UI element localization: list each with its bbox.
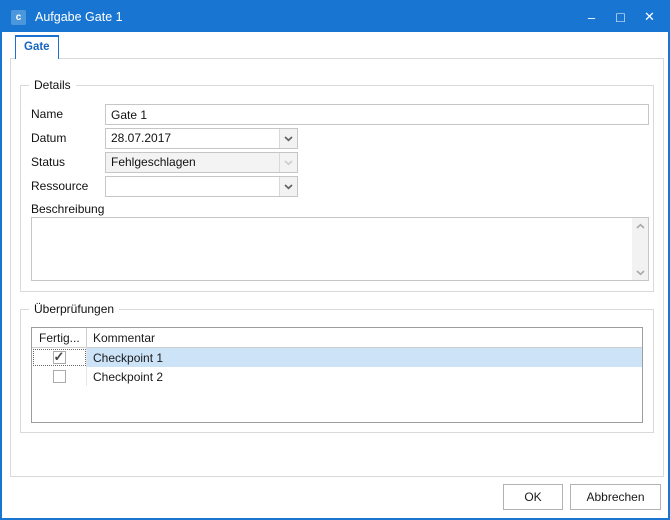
checkbox[interactable] — [53, 370, 66, 383]
checkpoints-table: Fertig... Kommentar Checkpoint 1 Checkpo… — [31, 327, 643, 423]
ressource-label: Ressource — [31, 179, 88, 193]
scroll-down-icon[interactable] — [632, 265, 648, 280]
window-controls: – □ ✕ — [577, 2, 664, 32]
ressource-value — [106, 177, 279, 196]
maximize-icon[interactable]: □ — [606, 2, 635, 32]
table-row[interactable]: Checkpoint 1 — [32, 348, 642, 367]
checkbox-cell[interactable] — [32, 348, 87, 367]
chevron-down-icon — [279, 153, 297, 172]
tab-gate[interactable]: Gate — [15, 35, 59, 59]
datum-value: 28.07.2017 — [106, 129, 279, 148]
scroll-up-icon[interactable] — [632, 218, 648, 233]
row-comment: Checkpoint 2 — [87, 367, 642, 386]
datum-combobox[interactable]: 28.07.2017 — [105, 128, 298, 149]
close-icon[interactable]: ✕ — [635, 2, 664, 32]
name-label: Name — [31, 107, 63, 121]
app-icon: c — [11, 10, 26, 25]
tab-strip: Gate — [15, 35, 59, 59]
beschreibung-textbox — [31, 217, 649, 281]
checkbox[interactable] — [53, 351, 66, 364]
details-legend: Details — [29, 78, 76, 92]
details-groupbox: Details Name Datum 28.07.2017 Status Feh… — [20, 85, 654, 292]
checks-legend: Überprüfungen — [29, 302, 119, 316]
column-header-fertig[interactable]: Fertig... — [32, 328, 87, 347]
status-label: Status — [31, 155, 65, 169]
ok-button[interactable]: OK — [503, 484, 563, 510]
cancel-button[interactable]: Abbrechen — [570, 484, 661, 510]
dialog-window: c Aufgabe Gate 1 – □ ✕ Gate Details Name… — [0, 0, 670, 520]
chevron-down-icon[interactable] — [279, 177, 297, 196]
checks-groupbox: Überprüfungen Fertig... Kommentar Checkp… — [20, 309, 654, 433]
checkbox-cell[interactable] — [32, 367, 87, 386]
chevron-down-icon[interactable] — [279, 129, 297, 148]
beschreibung-label: Beschreibung — [31, 202, 104, 216]
beschreibung-textarea[interactable] — [32, 218, 631, 280]
name-input[interactable] — [105, 104, 649, 125]
minimize-icon[interactable]: – — [577, 2, 606, 32]
datum-label: Datum — [31, 131, 66, 145]
status-value: Fehlgeschlagen — [106, 153, 279, 172]
table-row[interactable]: Checkpoint 2 — [32, 367, 642, 386]
window-title: Aufgabe Gate 1 — [35, 10, 577, 24]
column-header-kommentar[interactable]: Kommentar — [87, 328, 161, 347]
ressource-combobox[interactable] — [105, 176, 298, 197]
status-combobox: Fehlgeschlagen — [105, 152, 298, 173]
row-comment: Checkpoint 1 — [87, 348, 642, 367]
title-bar[interactable]: c Aufgabe Gate 1 – □ ✕ — [2, 2, 668, 32]
table-header: Fertig... Kommentar — [32, 328, 642, 348]
vertical-scrollbar[interactable] — [632, 218, 648, 280]
